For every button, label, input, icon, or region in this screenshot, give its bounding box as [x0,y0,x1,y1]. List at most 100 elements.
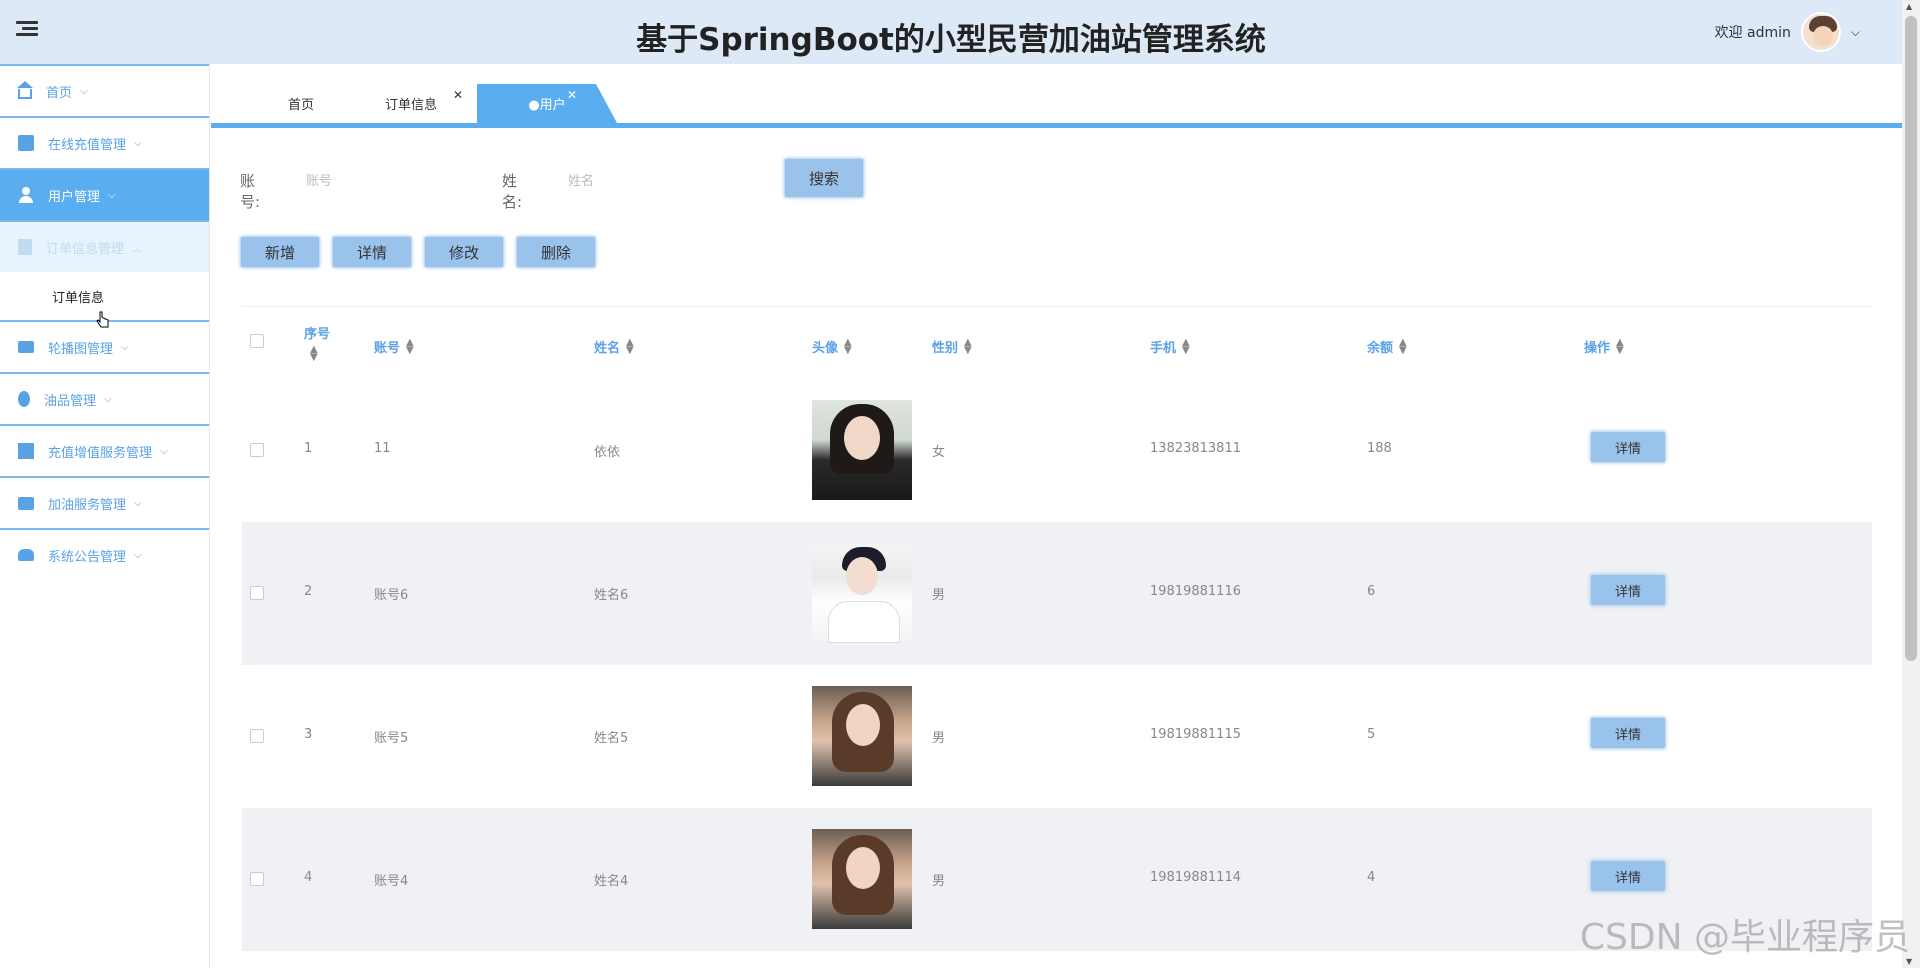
name-label: 姓名: [502,172,523,211]
name-input[interactable] [568,164,718,198]
column-header-label: 姓名 [594,341,621,356]
cell-gender: 男 [932,731,946,746]
column-header-label: 手机 [1150,341,1177,356]
hand-cursor-icon [96,311,109,328]
sort-icon[interactable]: ▲ ▼ [964,337,972,355]
card-icon [18,341,34,353]
column-header-index[interactable]: 序号 ▲ ▼ [304,323,330,363]
edit-button[interactable]: 修改 [424,236,504,268]
sort-icon[interactable]: ▲ ▼ [844,337,852,355]
tab-users[interactable]: ●用户 ✕ [477,84,617,123]
home-icon [17,80,33,99]
briefcase-icon [18,135,34,151]
user-menu[interactable]: 欢迎 admin ⌵ [1715,8,1860,56]
account-input[interactable] [306,164,456,198]
cell-name: 姓名5 [594,731,629,746]
chevron-down-icon: ⌵ [104,393,112,405]
column-header-actions[interactable]: 操作 ▲ ▼ [1584,337,1624,356]
sidebar-item-label: 加油服务管理 [48,497,127,513]
avatar[interactable] [1800,12,1841,52]
sidebar-item-label: 首页 [46,85,73,101]
column-header-label: 性别 [932,341,959,356]
column-header-account[interactable]: 账号 ▲ ▼ [374,337,414,356]
chevron-down-icon: ⌵ [108,189,116,201]
tab-order-info[interactable]: 订单信息 ✕ [351,84,471,123]
case-icon [18,496,34,510]
column-header-label: 账号 [374,341,401,356]
row-detail-button[interactable]: 详情 [1590,860,1666,892]
delete-button[interactable]: 删除 [516,236,596,268]
sort-icon[interactable]: ▲ ▼ [626,337,634,355]
sidebar-item-home[interactable]: 首页 ⌵ [0,64,209,116]
avatar-photo [812,543,912,643]
sort-icon[interactable]: ▲ ▼ [1399,337,1407,355]
page-scrollbar[interactable]: ▲ ▼ [1902,0,1920,968]
column-header-name[interactable]: 姓名 ▲ ▼ [594,337,634,356]
column-header-avatar[interactable]: 头像 ▲ ▼ [812,337,852,356]
scroll-up-icon[interactable]: ▲ [1906,2,1912,11]
table-row[interactable]: 1 11 依依 女 13823813811 188 详情 [242,379,1872,522]
sidebar: 首页 ⌵ 在线充值管理 ⌵ 用户管理 ⌵ 订单信息管理 ︿ 订单信息 轮播图管理… [0,64,210,968]
sidebar-item-fuel-service[interactable]: 加油服务管理 ⌵ [0,476,209,528]
sidebar-item-label: 用户管理 [48,189,101,205]
cell-index: 1 [304,441,313,456]
table-row[interactable]: 3 账号5 姓名5 男 19819881115 5 详情 [242,665,1872,808]
add-button[interactable]: 新增 [240,236,320,268]
cell-phone: 19819881115 [1150,727,1241,742]
sort-icon[interactable]: ▲ ▼ [1616,337,1624,355]
column-header-label: 余额 [1367,341,1394,356]
chevron-down-icon: ⌵ [134,549,142,561]
sidebar-item-announcements[interactable]: 系统公告管理 ⌵ [0,528,209,580]
action-bar: 新增 详情 修改 删除 [240,236,596,268]
sidebar-item-recharge[interactable]: 在线充值管理 ⌵ [0,116,209,168]
chevron-down-icon: ⌵ [121,341,129,353]
sidebar-item-label: 在线充值管理 [48,137,127,153]
cell-phone: 19819881114 [1150,870,1241,885]
select-all-checkbox[interactable] [250,334,264,348]
row-checkbox[interactable] [250,729,264,743]
sort-icon[interactable]: ▲ ▼ [406,337,414,355]
sidebar-item-orders[interactable]: 订单信息管理 ︿ [0,220,209,272]
sidebar-item-value-added[interactable]: 充值增值服务管理 ⌵ [0,424,209,476]
sort-icon[interactable]: ▲ ▼ [310,345,318,363]
row-checkbox[interactable] [250,586,264,600]
detail-button[interactable]: 详情 [332,236,412,268]
cell-gender: 女 [932,445,946,460]
table-header: 序号 ▲ ▼ 账号 ▲ ▼ 姓名 ▲ ▼ 头像 ▲ ▼ 性别 ▲ ▼ 手机 ▲ ▼ 余额 ▲ ▼ 操作 ▲ ▼ [242,307,1872,379]
welcome-text: 欢迎 admin [1714,25,1791,41]
tab-label: 订单信息 [384,98,437,113]
row-detail-button[interactable]: 详情 [1590,717,1666,749]
column-header-phone[interactable]: 手机 ▲ ▼ [1150,337,1190,356]
cell-balance: 5 [1367,727,1376,742]
row-detail-button[interactable]: 详情 [1590,574,1666,606]
cell-account: 账号6 [374,588,409,603]
sort-icon[interactable]: ▲ ▼ [1182,337,1190,355]
user-table: 序号 ▲ ▼ 账号 ▲ ▼ 姓名 ▲ ▼ 头像 ▲ ▼ 性别 ▲ ▼ 手机 ▲ ▼ 余额 ▲ ▼ 操作 ▲ ▼… [242,306,1872,968]
sidebar-item-users[interactable]: 用户管理 ⌵ [0,168,209,220]
row-checkbox[interactable] [250,443,264,457]
close-icon[interactable]: ✕ [453,88,463,102]
column-header-label: 操作 [1584,341,1611,356]
avatar-photo [812,400,912,500]
cell-index: 4 [304,870,313,885]
chevron-up-icon: ︿ [132,243,143,255]
close-icon[interactable]: ✕ [567,88,577,102]
chevron-down-icon[interactable]: ⌵ [1851,25,1860,40]
column-header-gender[interactable]: 性别 ▲ ▼ [932,337,972,356]
cell-balance: 4 [1367,870,1376,885]
row-detail-button[interactable]: 详情 [1590,431,1666,463]
app-title: 基于SpringBoot的小型民营加油站管理系统 [636,22,1266,58]
tab-home[interactable]: 首页 [251,84,351,123]
table-row[interactable]: 2 账号6 姓名6 男 19819881116 6 详情 [242,522,1872,665]
sidebar-item-oil[interactable]: 油品管理 ⌵ [0,372,209,424]
account-label: 账号: [240,172,261,211]
sidebar-item-label: 充值增值服务管理 [48,445,153,461]
row-checkbox[interactable] [250,872,264,886]
search-button[interactable]: 搜索 [784,158,864,198]
book-icon [18,443,34,459]
column-header-balance[interactable]: 余额 ▲ ▼ [1367,337,1407,356]
cell-account: 11 [374,441,391,456]
cell-gender: 男 [932,588,946,603]
cell-gender: 男 [932,874,946,889]
scroll-thumb[interactable] [1905,16,1917,661]
